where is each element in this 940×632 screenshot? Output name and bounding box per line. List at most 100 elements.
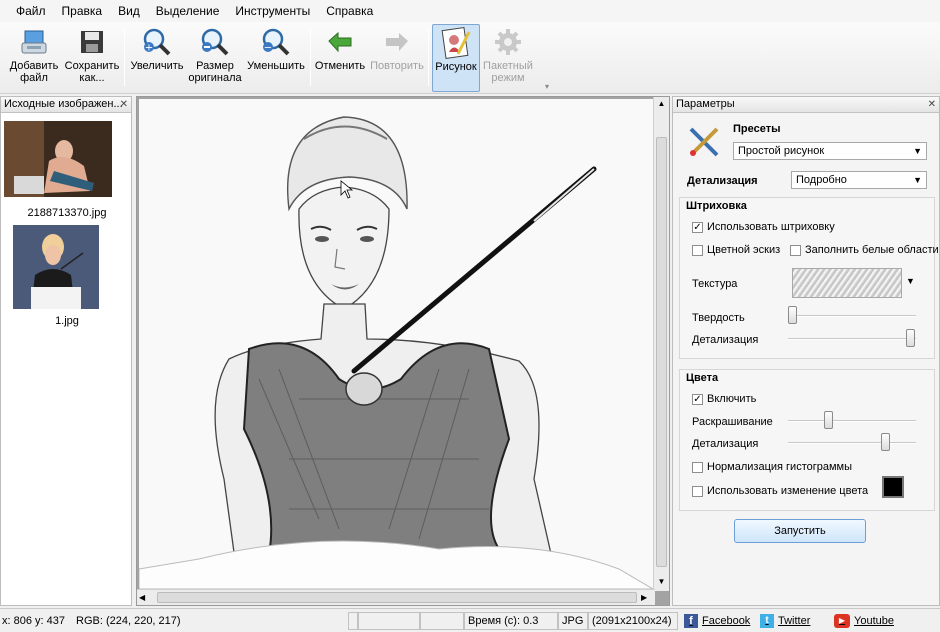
- zoom-in-label: Увеличить: [130, 60, 184, 72]
- original-size-button[interactable]: Размер оригинала: [188, 24, 242, 84]
- use-hatching-label: Использовать штриховку: [707, 221, 835, 233]
- add-file-button[interactable]: Добавить файл: [6, 24, 62, 84]
- processing-time: Время (с): 0.3: [464, 612, 558, 630]
- add-file-label: Добавить файл: [9, 60, 59, 84]
- colors-detail-slider-thumb[interactable]: [881, 433, 890, 451]
- change-color-label: Использовать изменение цвета: [707, 485, 869, 497]
- source-images-pane: Исходные изображен... ✕ 2188713370.jpg 1…: [0, 96, 132, 606]
- normalize-histogram-checkbox[interactable]: [692, 462, 703, 473]
- toolbar-separator: [124, 28, 125, 86]
- twitter-icon: t: [760, 614, 774, 628]
- status-bar: x: 806 y: 437 RGB: (224, 220, 217) Время…: [0, 608, 940, 632]
- use-hatching-checkbox[interactable]: ✓: [692, 222, 703, 233]
- color-sketch-checkbox[interactable]: [692, 245, 703, 256]
- twitter-label: Twitter: [778, 615, 811, 627]
- hatching-group: Штриховка ✓ Использовать штриховку Цветн…: [679, 197, 939, 359]
- thumbnail-image-1[interactable]: [4, 121, 112, 197]
- add-file-icon: [16, 24, 52, 60]
- scroll-left-icon[interactable]: ◀: [139, 592, 151, 603]
- menu-tools[interactable]: Инструменты: [227, 0, 318, 22]
- parameters-title-text: Параметры: [676, 98, 735, 110]
- undo-button[interactable]: Отменить: [313, 24, 367, 72]
- save-as-label: Сохранить как...: [64, 60, 120, 84]
- scroll-up-icon[interactable]: ▲: [656, 99, 667, 111]
- facebook-link[interactable]: f Facebook: [684, 612, 750, 630]
- svg-text:−: −: [264, 43, 272, 54]
- status-cell: [348, 612, 358, 630]
- enable-colors-checkbox[interactable]: ✓: [692, 394, 703, 405]
- menu-bar: Файл Правка Вид Выделение Инструменты Сп…: [0, 0, 940, 22]
- save-as-button[interactable]: Сохранить как...: [62, 24, 122, 84]
- zoom-in-button[interactable]: + Увеличить: [128, 24, 186, 72]
- thumbnail-label-1: 2188713370.jpg: [27, 207, 107, 219]
- undo-label: Отменить: [314, 60, 366, 72]
- save-icon: [74, 24, 110, 60]
- cursor-coordinates: x: 806 y: 437: [2, 615, 65, 627]
- hatching-detail-slider-track[interactable]: [788, 338, 916, 340]
- parameters-title: Параметры ✕: [673, 97, 939, 113]
- close-icon[interactable]: ✕: [928, 97, 936, 112]
- vertical-scrollbar[interactable]: ▲ ▼: [653, 97, 669, 591]
- toolbar-separator: [428, 28, 429, 86]
- change-color-checkbox[interactable]: [692, 486, 703, 497]
- texture-label: Текстура: [692, 278, 738, 290]
- toolbar: Добавить файл Сохранить как... + Увеличи…: [0, 22, 940, 94]
- detail-select[interactable]: Подробно ▼: [791, 171, 927, 189]
- hardness-slider-track[interactable]: [788, 315, 916, 317]
- thumbnail-image-2[interactable]: [13, 225, 99, 309]
- menu-edit[interactable]: Правка: [54, 0, 111, 22]
- redo-label: Повторить: [370, 60, 424, 72]
- hatching-detail-slider-thumb[interactable]: [906, 329, 915, 347]
- original-size-label: Размер оригинала: [188, 60, 242, 84]
- image-format: JPG: [558, 612, 588, 630]
- youtube-link[interactable]: ▶ Youtube: [834, 612, 894, 630]
- chevron-down-icon: ▼: [913, 175, 922, 185]
- chevron-down-icon: ▼: [913, 146, 922, 156]
- scroll-down-icon[interactable]: ▼: [656, 577, 667, 589]
- coloring-label: Раскрашивание: [692, 416, 773, 428]
- detail-select-value: Подробно: [796, 174, 847, 186]
- redo-arrow-icon: [379, 24, 415, 60]
- source-images-title: Исходные изображен... ✕: [1, 97, 131, 113]
- hardness-label: Твердость: [692, 312, 745, 324]
- normalize-histogram-label: Нормализация гистограммы: [707, 461, 853, 473]
- parameters-pane: Параметры ✕ Пресеты Простой рисунок ▼ Де…: [672, 96, 940, 606]
- detail-label: Детализация: [687, 175, 758, 187]
- toolbar-separator: [310, 28, 311, 86]
- batch-mode-button[interactable]: Пакетный режим: [482, 24, 534, 84]
- pixel-rgb: RGB: (224, 220, 217): [76, 615, 181, 627]
- menu-file[interactable]: Файл: [8, 0, 54, 22]
- coloring-slider-thumb[interactable]: [824, 411, 833, 429]
- menu-view[interactable]: Вид: [110, 0, 148, 22]
- source-images-title-text: Исходные изображен...: [4, 98, 123, 110]
- color-swatch[interactable]: [882, 476, 904, 498]
- menu-selection[interactable]: Выделение: [148, 0, 228, 22]
- texture-preview[interactable]: [792, 268, 902, 298]
- horizontal-scrollbar[interactable]: ◀ ▶: [137, 589, 655, 605]
- menu-help[interactable]: Справка: [318, 0, 381, 22]
- image-canvas[interactable]: ▲ ▼ ◀ ▶: [136, 96, 670, 606]
- chevron-down-icon[interactable]: ▼: [906, 276, 915, 286]
- vertical-scroll-thumb[interactable]: [656, 137, 667, 567]
- zoom-out-button[interactable]: − Уменьшить: [244, 24, 308, 72]
- fill-white-checkbox[interactable]: [790, 245, 801, 256]
- pencil-sketch-image: [139, 99, 653, 589]
- toolbar-overflow-icon[interactable]: ▾: [545, 82, 549, 91]
- svg-text:+: +: [145, 43, 153, 54]
- fill-white-label: Заполнить белые области: [805, 244, 939, 256]
- hardness-slider-thumb[interactable]: [788, 306, 797, 324]
- twitter-link[interactable]: t Twitter: [760, 612, 810, 630]
- youtube-icon: ▶: [834, 614, 850, 628]
- horizontal-scroll-thumb[interactable]: [157, 592, 637, 603]
- colors-detail-slider-track[interactable]: [788, 442, 916, 444]
- zoom-in-icon: +: [139, 24, 175, 60]
- close-icon[interactable]: ✕: [120, 97, 128, 112]
- redo-button[interactable]: Повторить: [368, 24, 426, 72]
- facebook-icon: f: [684, 614, 698, 628]
- drawing-button[interactable]: Рисунок: [432, 24, 480, 92]
- coloring-slider-track[interactable]: [788, 420, 916, 422]
- scroll-right-icon[interactable]: ▶: [641, 592, 653, 603]
- preset-select[interactable]: Простой рисунок ▼: [733, 142, 927, 160]
- run-button[interactable]: Запустить: [734, 519, 866, 543]
- colors-group: Цвета ✓ Включить Раскрашивание Детализац…: [679, 369, 935, 511]
